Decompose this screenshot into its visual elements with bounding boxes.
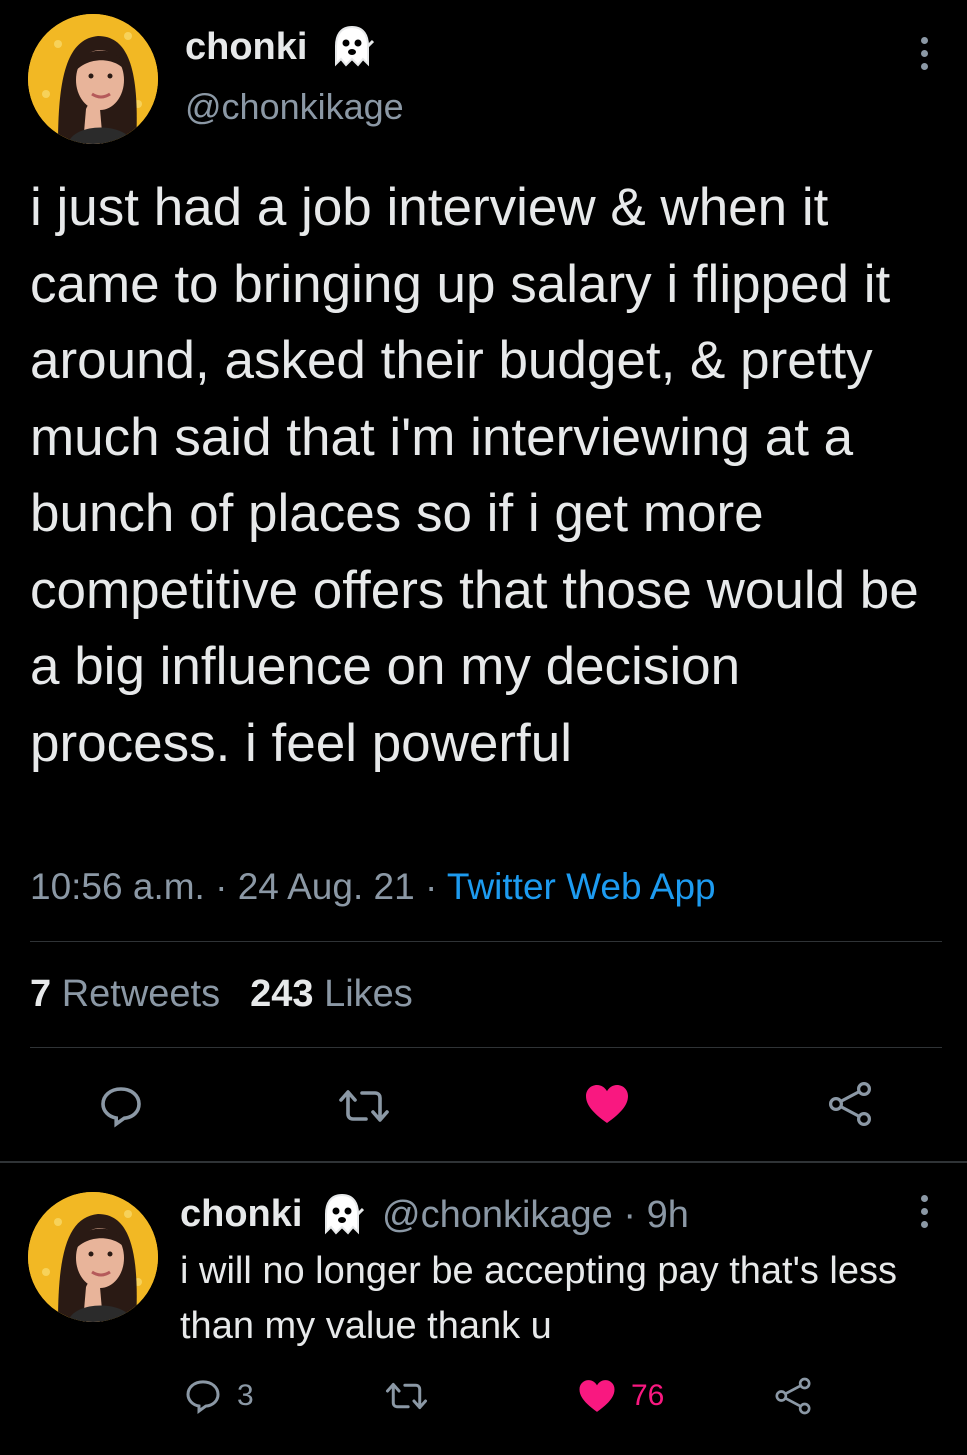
reply-retweet-button[interactable] (385, 1376, 428, 1416)
author-handle[interactable]: @chonkikage (185, 86, 404, 128)
thread-divider (0, 1161, 967, 1163)
meta-separator: · (424, 866, 447, 907)
tweet-date[interactable]: 24 Aug. 21 (238, 866, 415, 907)
reply-age[interactable]: 9h (647, 1194, 689, 1236)
reply-author-avatar[interactable] (28, 1192, 158, 1322)
reply-author-name[interactable]: chonki (180, 1193, 302, 1236)
tweet-time[interactable]: 10:56 a.m. (30, 866, 205, 907)
reply-author-handle[interactable]: @chonkikage (382, 1194, 613, 1236)
meta-separator: · (215, 866, 238, 907)
like-label: Likes (324, 973, 413, 1015)
reply-share-button[interactable] (773, 1376, 813, 1416)
ghost-icon (335, 25, 374, 67)
divider (30, 1047, 942, 1048)
likes-stat[interactable]: 243 Likes (250, 973, 413, 1015)
tweet-source[interactable]: Twitter Web App (447, 866, 716, 907)
retweet-icon (385, 1382, 428, 1410)
retweet-icon (339, 1090, 389, 1122)
author-name[interactable]: chonki (185, 26, 307, 69)
reply-icon (101, 1087, 141, 1128)
heart-icon (586, 1085, 628, 1123)
meta-separator: · (612, 1194, 647, 1236)
author-avatar[interactable] (28, 14, 158, 144)
ghost-icon (325, 1193, 364, 1235)
retweet-button[interactable] (338, 1082, 390, 1130)
tweet-text: i just had a job interview & when it cam… (30, 178, 934, 773)
like-button[interactable] (583, 1080, 631, 1128)
share-icon (828, 1081, 871, 1126)
reply-more-vertical-icon[interactable] (904, 1186, 944, 1236)
heart-icon (579, 1380, 615, 1412)
reply-like-count: 76 (631, 1379, 665, 1412)
share-icon (775, 1377, 811, 1415)
retweet-label: Retweets (61, 973, 221, 1015)
reply-like-button[interactable]: 76 (577, 1376, 664, 1416)
reply-count: 3 (237, 1379, 254, 1412)
share-button[interactable] (826, 1080, 874, 1128)
retweet-count: 7 (30, 973, 52, 1015)
reply-icon (186, 1380, 220, 1414)
divider (30, 941, 942, 942)
engagement-stats: 7 Retweets 243 Likes (30, 973, 413, 1016)
like-count: 243 (250, 973, 314, 1015)
reply-header-meta: @chonkikage · 9h (382, 1194, 689, 1237)
reply-text: i will no longer be accepting pay that's… (180, 1250, 897, 1347)
more-vertical-icon[interactable] (904, 28, 944, 78)
reply-button[interactable] (97, 1082, 145, 1130)
reply-reply-button[interactable]: 3 (183, 1376, 254, 1416)
tweet-detail-page: chonki @chonkikage i just had a job inte… (0, 0, 967, 1455)
retweets-stat[interactable]: 7 Retweets (30, 973, 220, 1015)
tweet-meta: 10:56 a.m. · 24 Aug. 21 · Twitter Web Ap… (30, 866, 716, 908)
